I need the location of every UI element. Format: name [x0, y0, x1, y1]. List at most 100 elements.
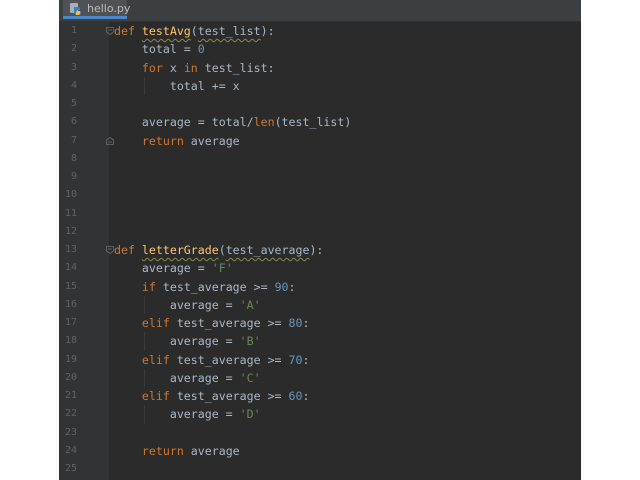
code-token: average = total/ [114, 115, 254, 130]
code-token: 70 [288, 352, 303, 367]
code-line[interactable]: 14 average = 'F' [59, 259, 581, 277]
code-line[interactable]: 9 [59, 168, 581, 186]
line-number: 9 [70, 171, 77, 182]
code-line[interactable]: 19 elif test_average >= 70: [59, 351, 581, 369]
code-token: testAvg [141, 24, 191, 38]
code-line[interactable]: 13 def letterGrade(test_average): [59, 241, 581, 259]
line-number: 6 [70, 116, 77, 128]
code-text: average = 'A' [114, 296, 261, 314]
code-text: average = total/len(test_list) [114, 113, 351, 131]
code-token: return [141, 133, 191, 148]
code-token: average = [114, 407, 240, 422]
line-number: 15 [64, 280, 77, 292]
code-token: average [190, 133, 240, 148]
code-token: elif [141, 316, 177, 330]
tab-hello-py[interactable]: hello.py [63, 0, 130, 19]
code-line[interactable]: 12 [59, 223, 581, 241]
code-text: total = 0 [114, 40, 205, 58]
code-text: def testAvg(test_list): [114, 22, 275, 40]
code-token: letterGrade [141, 243, 219, 257]
code-token: ): [260, 24, 275, 38]
code-line[interactable]: 23 [59, 424, 581, 442]
code-line[interactable]: 5 [59, 95, 581, 113]
code-line[interactable]: 22 average = 'D' [59, 405, 581, 423]
code-token: in [183, 60, 205, 75]
code-token: test_average >= [176, 352, 289, 367]
code-text: return average [114, 132, 240, 150]
line-number: 20 [64, 371, 77, 383]
code-text: def letterGrade(test_average): [114, 241, 323, 259]
code-line[interactable]: 2 total = 0 [59, 40, 581, 58]
line-number: 16 [64, 298, 77, 310]
fold-close-icon[interactable] [106, 136, 114, 145]
code-token: ): [309, 243, 324, 257]
code-token: 'B' [239, 334, 261, 349]
code-token: average = [114, 297, 240, 312]
code-text: average = 'B' [114, 332, 261, 350]
code-token: average = [114, 261, 212, 276]
code-line[interactable]: 6 average = total/len(test_list) [59, 113, 581, 131]
line-number: 12 [64, 225, 77, 237]
code-text: average = 'C' [114, 369, 261, 387]
code-token: (test_list) [274, 115, 352, 130]
code-token: : [302, 352, 310, 367]
code-token: : [302, 316, 310, 330]
code-token: test_list: [204, 60, 275, 75]
line-number: 10 [64, 189, 77, 201]
line-number: 22 [64, 408, 77, 420]
line-number: 21 [64, 390, 77, 401]
code-token: average = [114, 370, 240, 385]
code-text: elif test_average >= 70: [114, 351, 310, 369]
code-editor[interactable]: 1 def testAvg(test_list): 2 total = 03 for… [59, 21, 581, 480]
code-line[interactable]: 8 [59, 150, 581, 168]
code-token: elif [141, 352, 177, 367]
line-number: 18 [64, 335, 77, 347]
code-token: average [190, 443, 240, 458]
code-token: 'F' [211, 261, 233, 276]
code-line[interactable]: 17 elif test_average >= 80: [59, 314, 581, 332]
code-line[interactable]: 20 average = 'C' [59, 369, 581, 387]
code-token: return [141, 443, 191, 458]
line-number: 14 [64, 262, 77, 274]
code-token: if [141, 279, 163, 294]
code-token: def [114, 24, 142, 38]
code-line[interactable]: 21 elif test_average >= 60: [59, 387, 581, 405]
code-line[interactable]: 1 def testAvg(test_list): [59, 22, 581, 40]
code-token: def [114, 243, 142, 257]
code-token: test_average >= [176, 316, 289, 330]
fold-open-icon[interactable] [106, 27, 114, 35]
line-number: 24 [64, 444, 77, 456]
code-line[interactable]: 7 return average [59, 132, 581, 150]
code-token: 'D' [239, 407, 261, 422]
line-number: 25 [64, 463, 77, 474]
code-line[interactable]: 16 average = 'A' [59, 296, 581, 314]
code-token: test_average >= [176, 389, 289, 403]
code-token: test_average [225, 243, 310, 257]
code-token: : [288, 279, 296, 294]
code-token: for [141, 60, 170, 75]
code-line[interactable]: 10 [59, 186, 581, 204]
fold-open-icon[interactable] [106, 246, 114, 254]
code-token: 90 [274, 279, 289, 294]
line-number: 23 [64, 426, 77, 438]
ide-window: hello.py 1 def testAvg(test_list): 2 total… [59, 0, 581, 480]
code-line[interactable]: 4 total += x [59, 77, 581, 95]
code-line[interactable]: 15 if test_average >= 90: [59, 278, 581, 296]
line-number: 1 [70, 25, 77, 36]
code-text: if test_average >= 90: [114, 278, 296, 296]
code-text: average = 'F' [114, 259, 233, 277]
code-line[interactable]: 3 for x in test_list: [59, 59, 581, 77]
code-line[interactable]: 25 [59, 460, 581, 478]
code-line[interactable]: 24 return average [59, 442, 581, 460]
indent-guide [144, 76, 145, 95]
code-line[interactable]: 18 average = 'B' [59, 332, 581, 350]
python-file-icon [69, 1, 83, 15]
code-line[interactable]: 11 [59, 205, 581, 223]
code-token: total += x [114, 78, 240, 93]
code-token: 'A' [239, 297, 261, 312]
line-number: 13 [64, 244, 77, 255]
